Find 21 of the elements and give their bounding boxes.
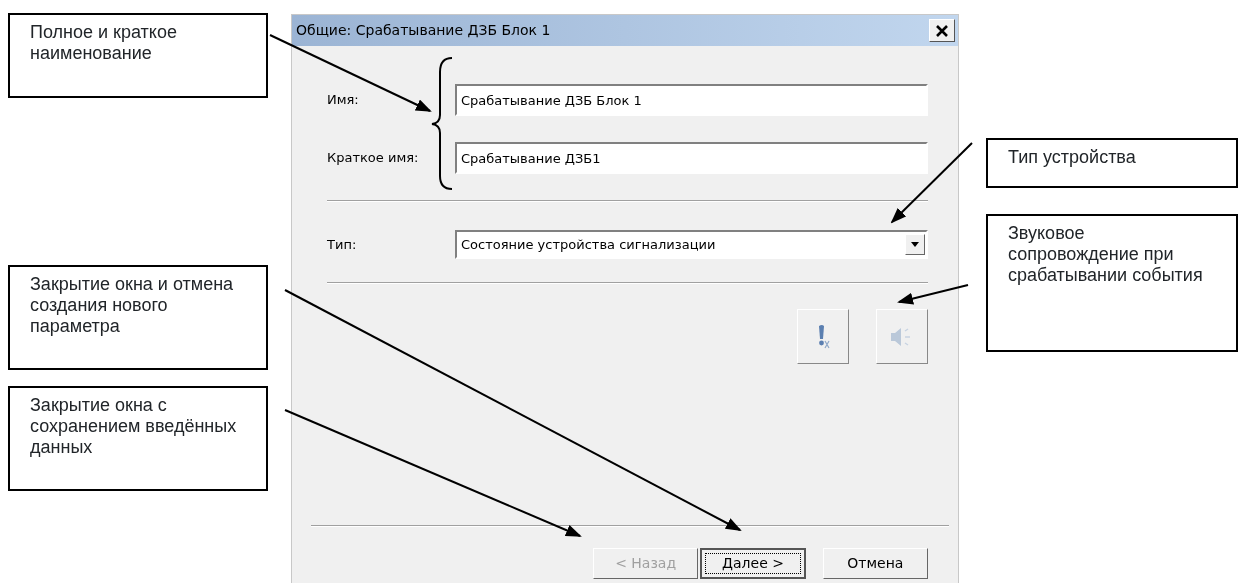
dropdown-field[interactable]: Состояние устройства сигнализации <box>455 230 928 259</box>
callout-text: Тип устройства <box>986 138 1238 188</box>
field-label: Краткое имя: <box>327 149 420 168</box>
dialog-button[interactable]: Отмена <box>822 548 928 579</box>
callout-text: Звуковое сопровождение при срабатывании события <box>986 214 1238 352</box>
callout-text: Закрытие окна и отмена создания нового параметра <box>8 265 268 370</box>
callout-text: Полное и краткое наименование <box>8 13 268 98</box>
field-label: Тип: <box>327 235 358 254</box>
close-button[interactable] <box>929 19 955 42</box>
exclamation-icon <box>816 323 830 350</box>
dropdown-value: Состояние устройства сигнализации <box>461 235 716 254</box>
close-icon <box>935 24 949 38</box>
alert-button[interactable] <box>797 309 849 364</box>
callout-text: Закрытие окна с сохранением введённых данных <box>8 386 268 491</box>
leader-arrow <box>897 284 969 305</box>
input-field[interactable]: Срабатывание ДЗБ Блок 1 <box>455 84 928 116</box>
dialog-button[interactable]: Далее > <box>700 548 806 579</box>
window-title: Общие: Срабатывание ДЗБ Блок 1 <box>296 21 551 40</box>
dropdown-arrow-icon <box>910 241 920 248</box>
field-label: Имя: <box>327 91 360 110</box>
input-field[interactable]: Срабатывание ДЗБ1 <box>455 142 928 174</box>
